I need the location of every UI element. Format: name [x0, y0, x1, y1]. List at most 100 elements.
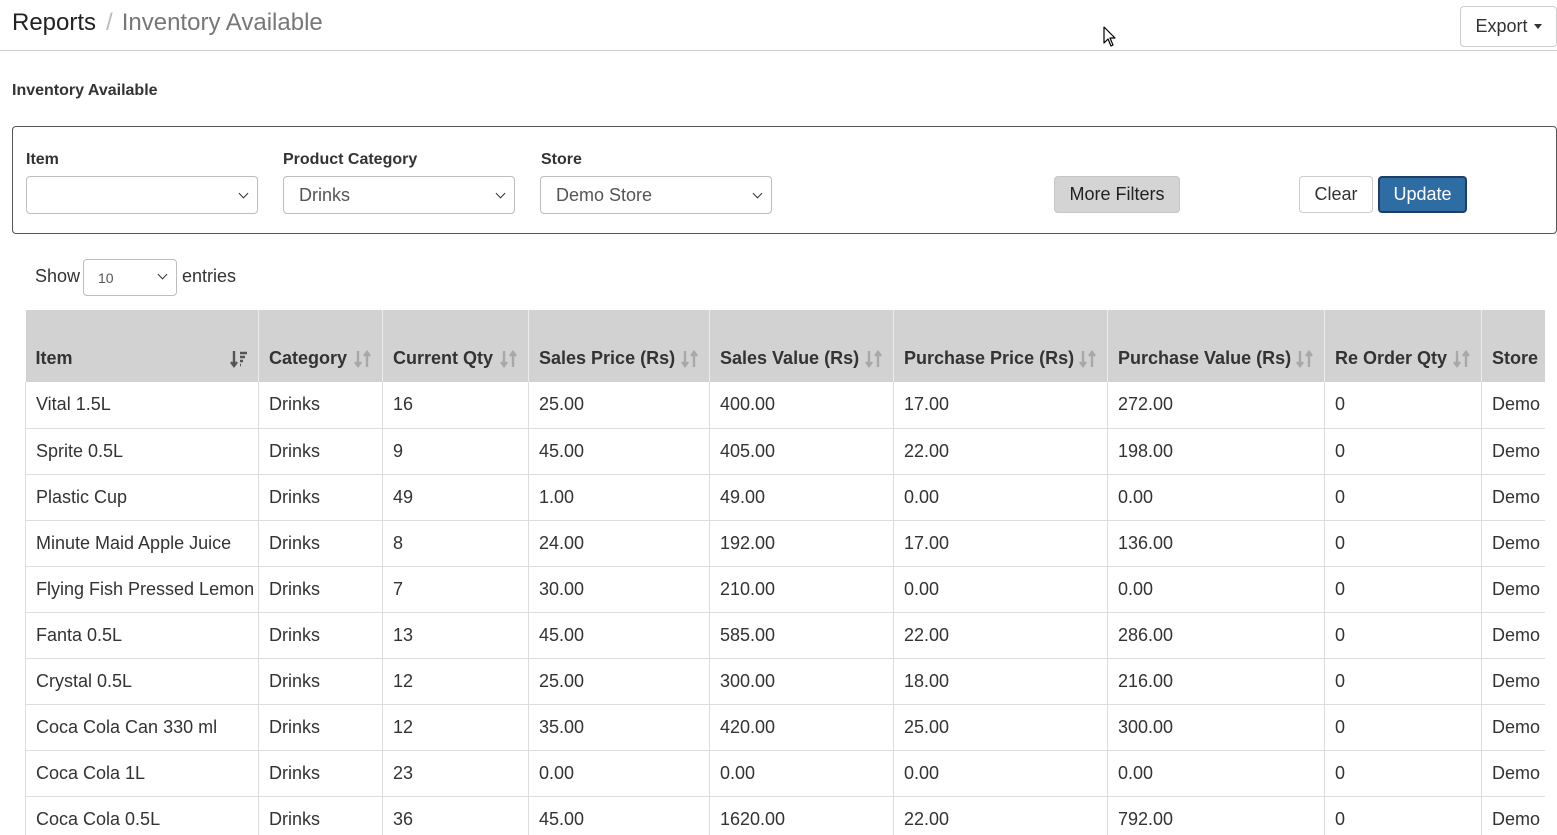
cell-store: Demo Store	[1481, 612, 1545, 659]
cell-item: Sprite 0.5L	[25, 428, 259, 475]
table-row[interactable]: Coca Cola 0.5L Drinks 36 45.00 1620.00 22.00 7…	[25, 796, 1545, 835]
column-header-category[interactable]: Category	[258, 310, 383, 382]
cell-category: Drinks	[258, 704, 383, 751]
table-row[interactable]: Sprite 0.5L Drinks 9 45.00 405.00 22.00 198.00…	[25, 428, 1545, 475]
cell-store: Demo Store	[1481, 520, 1545, 567]
cell-current-qty: 13	[382, 612, 529, 659]
column-header-label: Item	[35, 348, 73, 368]
column-header-label: Current Qty	[393, 348, 494, 368]
cell-item: Plastic Cup	[25, 474, 259, 521]
table-row[interactable]: Minute Maid Apple Juice Drinks 8 24.00 192.0…	[25, 520, 1545, 567]
cell-sales-value-rs: 192.00	[709, 520, 894, 567]
cell-sales-value-rs: 420.00	[709, 704, 894, 751]
page-header: Reports / Inventory Available Export	[0, 0, 1557, 51]
cell-item: Minute Maid Apple Juice	[25, 520, 259, 567]
cell-sales-price-rs: 25.00	[528, 382, 710, 429]
more-filters-button[interactable]: More Filters	[1054, 176, 1180, 213]
cell-sales-value-rs: 405.00	[709, 428, 894, 475]
cell-purchase-value-rs: 286.00	[1107, 612, 1325, 659]
cell-re-order-qty: 0	[1324, 474, 1482, 521]
column-header-store[interactable]: Store	[1481, 310, 1545, 382]
cell-store: Demo Store	[1481, 382, 1545, 429]
table-row[interactable]: Plastic Cup Drinks 49 1.00 49.00 0.00 0.00 0 Dem…	[25, 474, 1545, 521]
column-header-sales-price-rs[interactable]: Sales Price (Rs)	[528, 310, 710, 382]
sort-icon	[1079, 349, 1097, 369]
cell-item: Coca Cola 0.5L	[25, 796, 259, 835]
cell-current-qty: 8	[382, 520, 529, 567]
cell-re-order-qty: 0	[1324, 658, 1482, 705]
table-row[interactable]: Coca Cola 1L Drinks 23 0.00 0.00 0.00 0.00 0 Dem…	[25, 750, 1545, 797]
column-header-current-qty[interactable]: Current Qty	[382, 310, 529, 382]
cell-category: Drinks	[258, 566, 383, 613]
cell-sales-value-rs: 210.00	[709, 566, 894, 613]
caret-down-icon	[1533, 24, 1542, 29]
column-header-label: Sales Value (Rs)	[720, 348, 860, 368]
table-row[interactable]: Vital 1.5L Drinks 16 25.00 400.00 17.00 272.00…	[25, 382, 1545, 429]
cell-current-qty: 23	[382, 750, 529, 797]
sort-icon	[1296, 349, 1314, 369]
update-button[interactable]: Update	[1378, 176, 1467, 213]
breadcrumb: Reports / Inventory Available	[12, 9, 323, 37]
cell-sales-price-rs: 30.00	[528, 566, 710, 613]
store-filter-select[interactable]: Demo Store	[540, 176, 772, 214]
cell-category: Drinks	[258, 750, 383, 797]
sort-icon	[1453, 349, 1471, 369]
clear-button[interactable]: Clear	[1299, 176, 1373, 213]
category-filter-select[interactable]: Drinks	[283, 176, 515, 214]
cell-sales-price-rs: 0.00	[528, 750, 710, 797]
cell-purchase-value-rs: 0.00	[1107, 474, 1325, 521]
breadcrumb-current: Inventory Available	[121, 9, 323, 36]
cell-sales-price-rs: 35.00	[528, 704, 710, 751]
column-header-purchase-value-rs[interactable]: Purchase Value (Rs)	[1107, 310, 1325, 382]
store-filter-value: Demo Store	[556, 184, 653, 205]
cell-re-order-qty: 0	[1324, 520, 1482, 567]
cell-sales-price-rs: 25.00	[528, 658, 710, 705]
category-filter-label: Product Category	[283, 151, 418, 168]
sort-icon	[500, 349, 518, 369]
category-filter-value: Drinks	[299, 184, 351, 205]
column-header-label: Purchase Price (Rs)	[904, 348, 1075, 368]
sort-icon	[681, 349, 699, 369]
cell-purchase-price-rs: 18.00	[893, 658, 1108, 705]
chevron-down-icon	[495, 188, 506, 199]
cell-item: Fanta 0.5L	[25, 612, 259, 659]
column-header-item[interactable]: Item	[25, 310, 259, 382]
cell-current-qty: 12	[382, 704, 529, 751]
cell-store: Demo Store	[1481, 566, 1545, 613]
entries-per-page-value: 10	[98, 269, 114, 286]
inventory-table-container[interactable]: Item Category Current Qty Sales Price (Rs) S…	[25, 310, 1545, 835]
cell-purchase-price-rs: 0.00	[893, 566, 1108, 613]
cell-re-order-qty: 0	[1324, 704, 1482, 751]
column-header-label: Store	[1492, 348, 1539, 368]
section-title: Inventory Available	[12, 82, 158, 99]
cell-purchase-price-rs: 22.00	[893, 612, 1108, 659]
cell-purchase-value-rs: 272.00	[1107, 382, 1325, 429]
cell-item: Crystal 0.5L	[25, 658, 259, 705]
export-label: Export	[1475, 16, 1528, 36]
cell-sales-value-rs: 300.00	[709, 658, 894, 705]
cell-purchase-value-rs: 198.00	[1107, 428, 1325, 475]
column-header-label: Category	[269, 348, 348, 368]
column-header-purchase-price-rs[interactable]: Purchase Price (Rs)	[893, 310, 1108, 382]
table-row[interactable]: Fanta 0.5L Drinks 13 45.00 585.00 22.00 286.00…	[25, 612, 1545, 659]
export-button[interactable]: Export	[1460, 6, 1557, 47]
sort-ascending-icon	[230, 349, 248, 369]
cell-re-order-qty: 0	[1324, 382, 1482, 429]
cell-category: Drinks	[258, 428, 383, 475]
table-row[interactable]: Coca Cola Can 330 ml Drinks 12 35.00 420.00 2…	[25, 704, 1545, 751]
store-filter-label: Store	[541, 151, 582, 168]
column-header-re-order-qty[interactable]: Re Order Qty	[1324, 310, 1482, 382]
table-row[interactable]: Flying Fish Pressed Lemon Drinks 7 30.00 210…	[25, 566, 1545, 613]
breadcrumb-reports[interactable]: Reports	[12, 9, 96, 36]
entries-per-page-select[interactable]: 10	[83, 259, 177, 296]
cell-sales-value-rs: 585.00	[709, 612, 894, 659]
cell-store: Demo Store	[1481, 474, 1545, 521]
filter-panel: Item Product Category Drinks Store Demo …	[12, 126, 1557, 234]
item-filter-select[interactable]	[26, 176, 258, 214]
entries-label: entries	[182, 266, 237, 286]
column-header-label: Sales Price (Rs)	[539, 348, 676, 368]
table-row[interactable]: Crystal 0.5L Drinks 12 25.00 300.00 18.00 216.…	[25, 658, 1545, 705]
sort-icon	[354, 349, 372, 369]
inventory-table: Item Category Current Qty Sales Price (Rs) S…	[25, 310, 1545, 835]
column-header-sales-value-rs[interactable]: Sales Value (Rs)	[709, 310, 894, 382]
